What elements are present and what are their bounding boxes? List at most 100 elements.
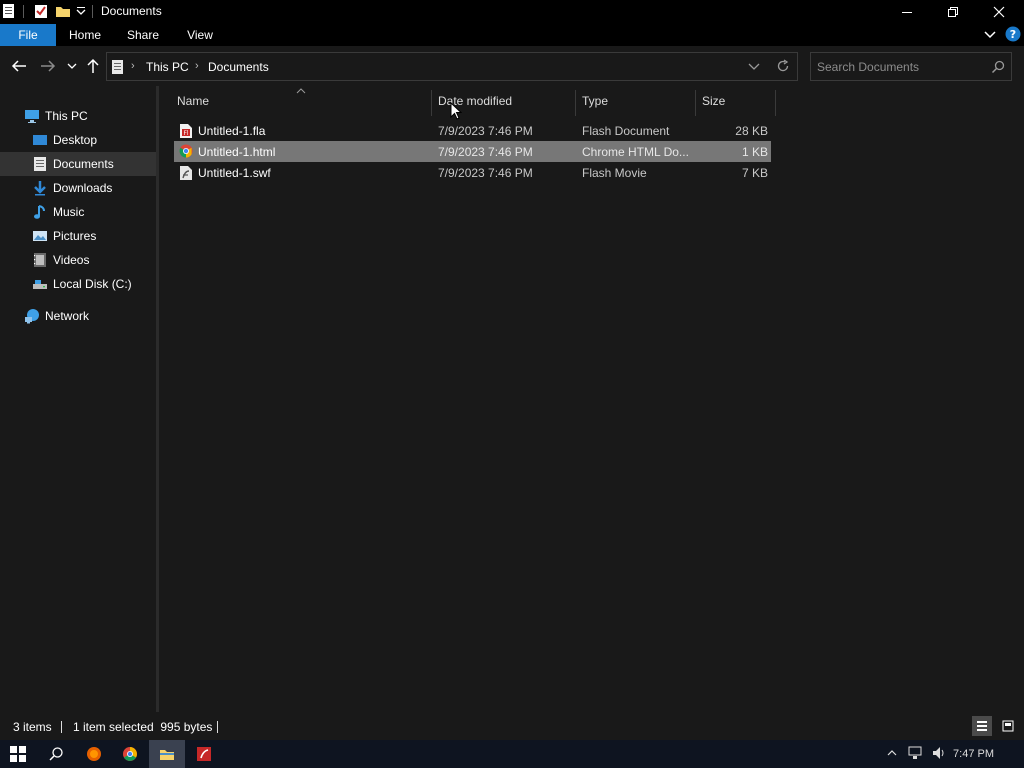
expand-ribbon-button[interactable] — [983, 29, 997, 41]
desktop-icon — [32, 132, 48, 148]
file-type: Flash Document — [582, 124, 670, 138]
svg-text:Fl: Fl — [183, 130, 188, 137]
chevron-up-icon — [887, 750, 897, 756]
tree-item-label: Pictures — [53, 229, 97, 243]
column-divider[interactable] — [431, 90, 432, 116]
file-name: Untitled-1.swf — [198, 166, 271, 180]
close-button[interactable] — [976, 0, 1022, 24]
file-row[interactable]: Fl Untitled-1.fla 7/9/2023 7:46 PM Flash… — [174, 120, 771, 141]
breadcrumb-this-pc[interactable]: This PC — [146, 60, 189, 74]
documents-icon — [111, 59, 125, 75]
tree-item-downloads[interactable]: Downloads — [0, 176, 156, 200]
start-button[interactable] — [0, 740, 36, 768]
taskbar-app-chrome[interactable] — [112, 740, 148, 768]
tree-item-label: Documents — [53, 157, 114, 171]
minimize-button[interactable] — [884, 0, 930, 24]
properties-check-icon[interactable] — [33, 3, 49, 19]
file-row[interactable]: Untitled-1.swf 7/9/2023 7:46 PM Flash Mo… — [174, 162, 771, 183]
status-bar: 3 items 1 item selected 995 bytes — [0, 712, 1024, 740]
search-box[interactable] — [810, 52, 1012, 81]
arrow-right-icon — [41, 60, 56, 72]
tab-home[interactable]: Home — [62, 24, 108, 46]
help-icon: ? — [1005, 26, 1021, 42]
adobe-animate-icon — [197, 747, 211, 761]
navigation-pane: This PC Desktop Documents Downloads Musi… — [0, 86, 156, 712]
flash-document-icon: Fl — [179, 123, 193, 139]
ribbon: File Home Share View ? — [0, 24, 1024, 46]
drive-icon — [32, 276, 48, 292]
file-type: Flash Movie — [582, 166, 647, 180]
search-input[interactable] — [817, 57, 985, 76]
up-button[interactable] — [84, 57, 102, 75]
clock[interactable]: 7:47 PM — [953, 748, 994, 760]
taskbar: 7:47 PM — [0, 740, 1024, 768]
network-tray-icon[interactable] — [908, 746, 924, 760]
document-properties-icon[interactable] — [2, 3, 18, 19]
taskbar-app-firefox[interactable] — [76, 740, 112, 768]
column-divider[interactable] — [695, 90, 696, 116]
tree-item-label: Network — [45, 309, 90, 323]
tree-item-this-pc[interactable]: This PC — [0, 104, 156, 128]
column-divider[interactable] — [575, 90, 576, 116]
volume-icon[interactable] — [932, 746, 948, 760]
column-divider[interactable] — [775, 90, 776, 116]
refresh-button[interactable] — [776, 59, 790, 73]
recent-locations-button[interactable] — [63, 57, 81, 75]
back-button[interactable] — [10, 57, 28, 75]
sort-ascending-icon — [296, 88, 306, 94]
help-button[interactable]: ? — [1005, 26, 1021, 42]
network-icon — [24, 308, 40, 324]
tree-item-pictures[interactable]: Pictures — [0, 224, 156, 248]
tree-item-documents[interactable]: Documents — [0, 152, 156, 176]
file-name: Untitled-1.html — [198, 145, 276, 159]
tab-view[interactable]: View — [178, 24, 222, 46]
forward-button[interactable] — [39, 57, 57, 75]
tree-item-label: Desktop — [53, 133, 98, 147]
restore-button[interactable] — [930, 0, 976, 24]
chevron-down-icon — [67, 63, 77, 69]
details-view-icon — [977, 721, 987, 731]
tab-file[interactable]: File — [0, 24, 56, 46]
taskbar-app-animate[interactable] — [186, 740, 222, 768]
file-list: Name Date modified Type Size Fl Untitled… — [159, 86, 1024, 712]
tab-share[interactable]: Share — [120, 24, 166, 46]
videos-icon — [32, 252, 48, 268]
tree-item-label: This PC — [45, 109, 88, 123]
tree-item-local-disk[interactable]: Local Disk (C:) — [0, 272, 156, 296]
breadcrumb-separator: › — [131, 60, 135, 72]
chrome-icon — [179, 144, 193, 158]
file-row[interactable]: Untitled-1.html 7/9/2023 7:46 PM Chrome … — [174, 141, 771, 162]
search-icon[interactable] — [991, 60, 1005, 74]
new-folder-icon[interactable] — [55, 3, 71, 19]
breadcrumb-documents[interactable]: Documents — [208, 60, 269, 74]
details-view-button[interactable] — [972, 716, 992, 736]
item-count: 3 items — [13, 720, 52, 734]
tree-item-desktop[interactable]: Desktop — [0, 128, 156, 152]
large-icons-view-button[interactable] — [998, 716, 1018, 736]
file-date: 7/9/2023 7:46 PM — [438, 145, 533, 159]
svg-text:?: ? — [1010, 28, 1016, 41]
tree-item-label: Downloads — [53, 181, 113, 195]
file-type: Chrome HTML Do... — [582, 145, 689, 159]
chrome-icon — [123, 747, 137, 761]
chevron-down-icon — [984, 31, 996, 39]
chevron-down-icon[interactable] — [76, 5, 92, 21]
title-bar: Documents — [0, 0, 1024, 24]
column-header-size[interactable]: Size — [702, 94, 725, 108]
tree-item-network[interactable]: Network — [0, 304, 156, 328]
restore-icon — [948, 7, 958, 17]
column-header-name[interactable]: Name — [177, 94, 209, 108]
file-size: 7 KB — [741, 166, 768, 180]
tree-item-music[interactable]: Music — [0, 200, 156, 224]
close-icon — [993, 6, 1005, 18]
firefox-icon — [87, 747, 101, 761]
mouse-cursor-icon — [450, 102, 462, 120]
show-hidden-icons-button[interactable] — [886, 747, 898, 759]
address-bar[interactable]: › This PC › Documents — [106, 52, 798, 81]
address-history-button[interactable] — [748, 62, 760, 72]
taskbar-app-file-explorer[interactable] — [149, 740, 185, 768]
column-header-type[interactable]: Type — [582, 94, 608, 108]
search-taskbar-button[interactable] — [38, 740, 74, 768]
tree-item-videos[interactable]: Videos — [0, 248, 156, 272]
separator — [217, 721, 218, 733]
